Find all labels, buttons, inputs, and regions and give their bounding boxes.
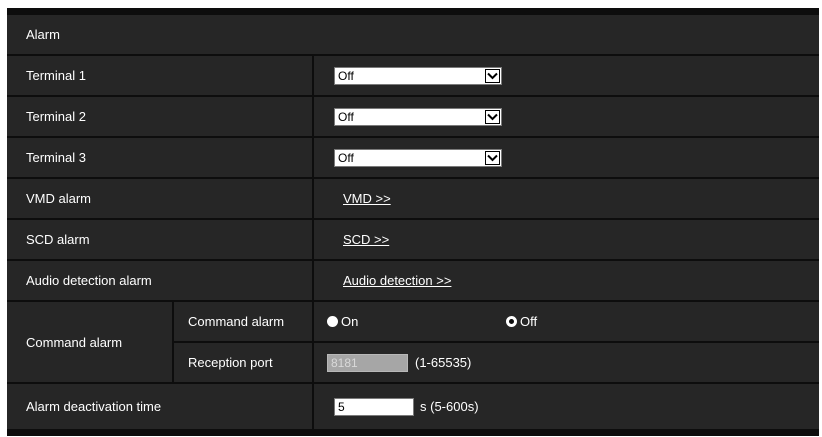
divider [312, 343, 314, 382]
terminal-1-label: Terminal 1 [26, 68, 86, 83]
audio-detection-value-cell: Audio detection >> [315, 261, 819, 300]
alarm-deactivation-value-cell: 5 s (5-600s) [315, 384, 819, 429]
vmd-alarm-row: VMD alarm VMD >> [7, 179, 819, 218]
alarm-deactivation-label: Alarm deactivation time [26, 399, 162, 414]
command-alarm-value-cell: On Off [315, 302, 819, 341]
terminal-2-value-cell: Off [315, 97, 819, 136]
section-header: Alarm [7, 15, 819, 54]
vmd-alarm-label: VMD alarm [26, 191, 92, 206]
terminal-2-selected-value: Off [338, 109, 354, 124]
divider [312, 97, 314, 136]
audio-detection-alarm-row: Audio detection alarm Audio detection >> [7, 261, 819, 300]
command-alarm-on-radio[interactable]: On [327, 314, 358, 329]
audio-detection-link[interactable]: Audio detection >> [343, 273, 451, 288]
divider [312, 302, 314, 341]
terminal-3-row: Terminal 3 Off [7, 138, 819, 177]
terminal-3-selected-value: Off [338, 150, 354, 165]
alarm-deactivation-input[interactable]: 5 [334, 397, 414, 416]
terminal-2-label: Terminal 2 [26, 109, 86, 124]
command-alarm-label: Command alarm [188, 314, 285, 329]
command-alarm-off-radio[interactable]: Off [506, 314, 537, 329]
scd-alarm-value-cell: SCD >> [315, 220, 819, 259]
radio-selected-icon [327, 316, 338, 327]
divider [312, 138, 314, 177]
scd-alarm-row: SCD alarm SCD >> [7, 220, 819, 259]
chevron-down-icon[interactable] [485, 68, 500, 83]
chevron-down-icon[interactable] [485, 109, 500, 124]
scd-link[interactable]: SCD >> [343, 232, 389, 247]
command-alarm-group-label: Command alarm [26, 334, 123, 350]
divider [312, 384, 314, 429]
radio-unselected-icon [506, 316, 517, 327]
terminal-2-select[interactable]: Off [334, 107, 502, 126]
command-alarm-group: Command alarm [7, 302, 172, 382]
command-alarm-row: Command alarm On Off [174, 302, 819, 341]
terminal-3-select[interactable]: Off [334, 148, 502, 167]
vmd-alarm-value-cell: VMD >> [315, 179, 819, 218]
alarm-settings-panel: Alarm Terminal 1 Off Terminal 2 Off Term… [7, 8, 819, 436]
terminal-1-value-cell: Off [315, 56, 819, 95]
alarm-deactivation-row: Alarm deactivation time 5 s (5-600s) [7, 384, 819, 429]
terminal-2-row: Terminal 2 Off [7, 97, 819, 136]
terminal-3-label: Terminal 3 [26, 150, 86, 165]
terminal-1-select[interactable]: Off [334, 66, 502, 85]
reception-port-input[interactable]: 8181 [327, 353, 408, 372]
divider [312, 179, 314, 218]
reception-port-label: Reception port [188, 355, 273, 370]
alarm-deactivation-unit: s (5-600s) [420, 399, 479, 414]
terminal-1-selected-value: Off [338, 68, 354, 83]
reception-port-range: (1-65535) [415, 355, 472, 370]
terminal-1-row: Terminal 1 Off [7, 56, 819, 95]
divider [312, 261, 314, 300]
terminal-3-value-cell: Off [315, 138, 819, 177]
divider [312, 56, 314, 95]
audio-detection-alarm-label: Audio detection alarm [26, 273, 152, 288]
chevron-down-icon[interactable] [485, 150, 500, 165]
reception-port-row: Reception port 8181 (1-65535) [174, 343, 819, 382]
command-alarm-on-label: On [341, 314, 359, 329]
section-title: Alarm [26, 27, 60, 42]
vmd-link[interactable]: VMD >> [343, 191, 391, 206]
command-alarm-off-label: Off [520, 314, 538, 329]
scd-alarm-label: SCD alarm [26, 232, 90, 247]
divider [312, 220, 314, 259]
reception-port-value-cell: 8181 (1-65535) [315, 343, 819, 382]
